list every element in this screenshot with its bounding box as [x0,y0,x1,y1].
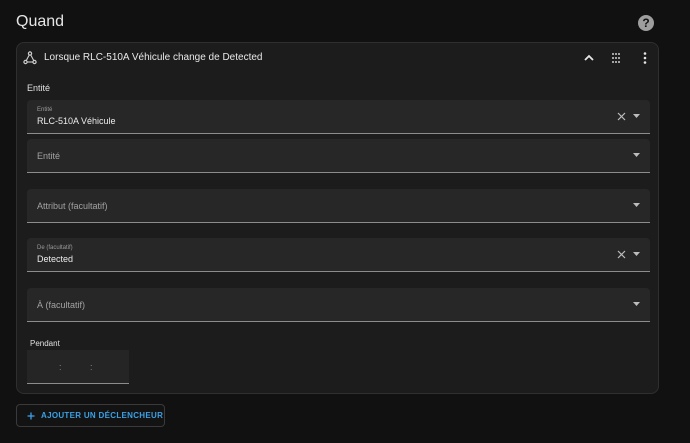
from-state-select[interactable]: De (facultatif) Detected [27,238,650,272]
trigger-card-title: Lorsque RLC-510A Véhicule change de Dete… [44,52,263,63]
dropdown-arrow-icon[interactable] [633,252,640,256]
to-state-placeholder: À (facultatif) [37,300,86,310]
entity-group-label: Entité [27,83,51,93]
dropdown-arrow-icon[interactable] [633,153,640,157]
dropdown-arrow-icon[interactable] [633,203,640,207]
close-icon[interactable] [617,250,626,259]
entity-select-value: RLC-510A Véhicule [37,116,116,126]
trigger-card: Lorsque RLC-510A Véhicule change de Dete… [16,42,659,394]
duration-separator: : [90,362,93,372]
drag-handle-icon[interactable] [611,52,621,64]
trigger-card-header[interactable]: Lorsque RLC-510A Véhicule change de Dete… [17,43,658,73]
add-trigger-button[interactable]: AJOUTER UN DÉCLENCHEUR [16,404,165,427]
dropdown-arrow-icon[interactable] [633,114,640,118]
duration-label: Pendant [30,339,60,348]
to-state-select[interactable]: À (facultatif) [27,288,650,322]
entity-select-label: Entité [37,107,53,113]
close-icon[interactable] [617,112,626,121]
from-state-value: Detected [37,254,74,264]
duration-input[interactable]: : : [27,350,129,384]
entity-select[interactable]: Entité RLC-510A Véhicule [27,100,650,134]
help-circle-icon[interactable]: ? [638,15,654,31]
entity-add-placeholder: Entité [37,151,61,161]
duration-separator: : [59,362,62,372]
section-title: Quand [16,13,65,30]
entity-add-select[interactable]: Entité [27,139,650,173]
state-change-icon [23,51,37,65]
add-trigger-label: AJOUTER UN DÉCLENCHEUR [41,411,164,420]
chevron-up-icon[interactable] [583,53,595,63]
attribute-placeholder: Attribut (facultatif) [37,201,108,211]
from-state-label: De (facultatif) [37,245,73,251]
dropdown-arrow-icon[interactable] [633,302,640,306]
plus-icon [27,412,35,419]
dots-vertical-icon[interactable] [642,52,648,64]
attribute-select[interactable]: Attribut (facultatif) [27,189,650,223]
